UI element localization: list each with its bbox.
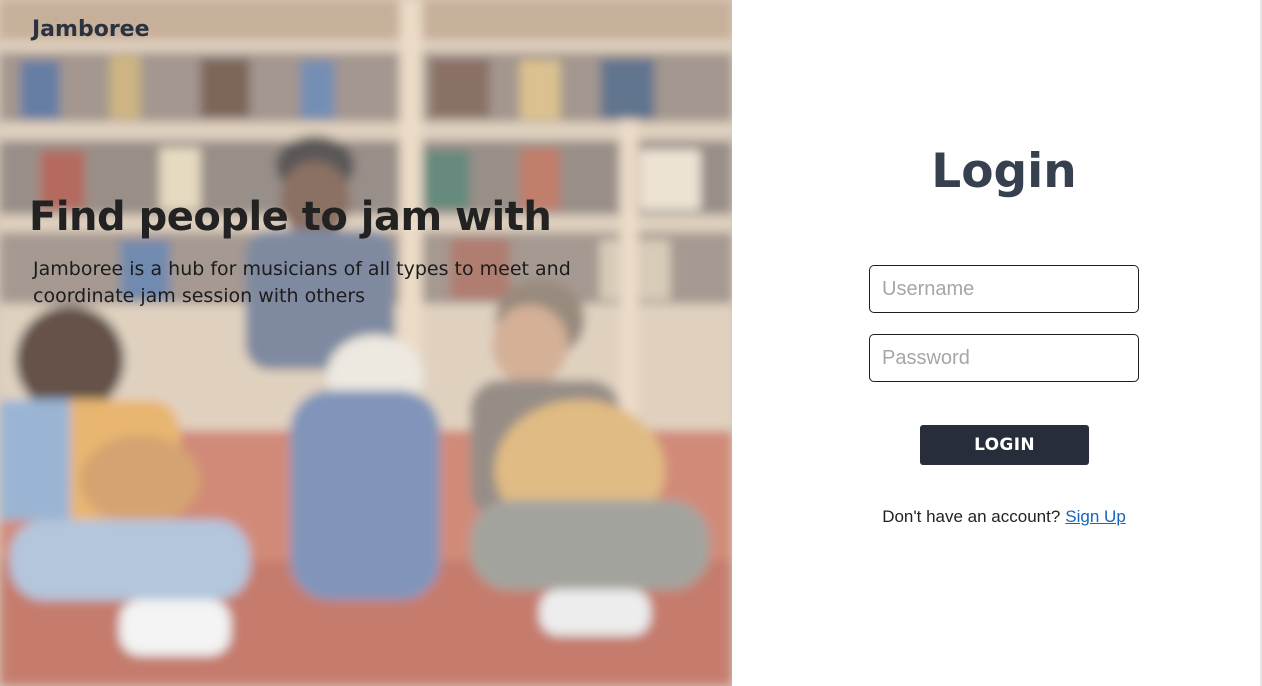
hero-overlay — [0, 0, 732, 686]
login-button[interactable]: LOGIN — [920, 425, 1089, 465]
signup-link[interactable]: Sign Up — [1065, 507, 1125, 526]
password-input[interactable] — [869, 334, 1139, 382]
username-input[interactable] — [869, 265, 1139, 313]
hero-headline: Find people to jam with — [29, 194, 552, 240]
hero-description: Jamboree is a hub for musicians of all t… — [33, 258, 571, 307]
signup-prompt-row: Don't have an account? Sign Up — [732, 506, 1262, 528]
signup-prompt-text: Don't have an account? — [882, 507, 1061, 526]
hero-panel: Jamboree Find people to jam with Jambore… — [0, 0, 732, 686]
login-panel: Login LOGIN Don't have an account?Sign U… — [732, 0, 1262, 686]
brand-logo-text[interactable]: Jamboree — [32, 15, 150, 45]
login-title: Login — [931, 144, 1077, 199]
